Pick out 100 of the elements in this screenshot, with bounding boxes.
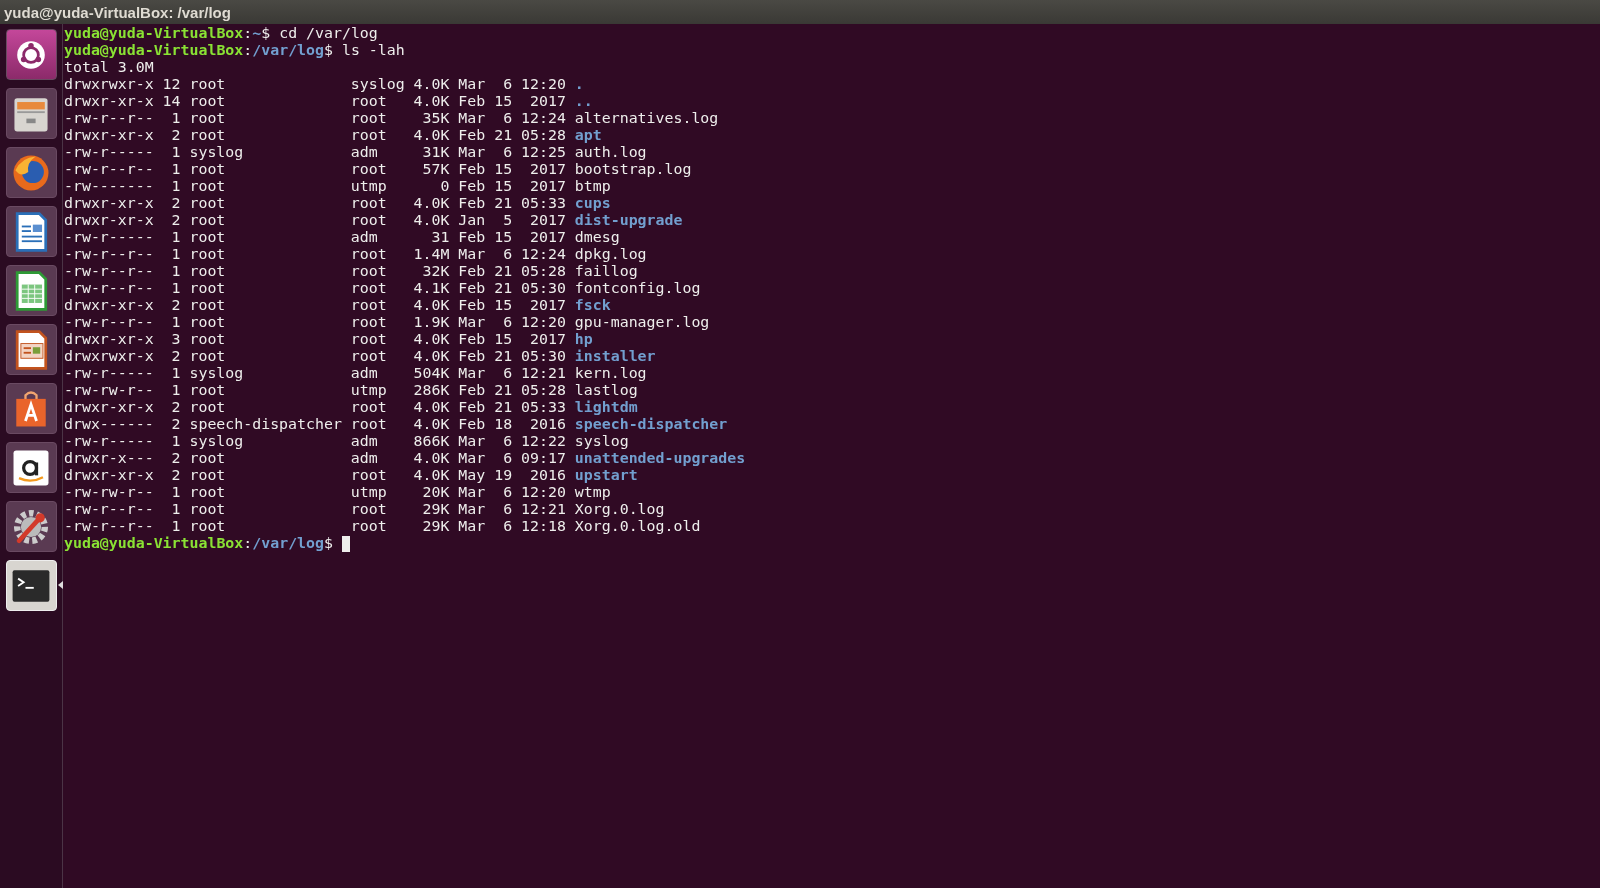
time-text: 2017: [529, 161, 566, 178]
link-count: 1: [170, 433, 181, 450]
time-text: 09:17: [521, 450, 566, 467]
day-text: 15: [494, 178, 513, 195]
file-size: 4.0K: [413, 93, 450, 110]
time-text: 2017: [529, 212, 566, 229]
file-name: dpkg.log: [574, 246, 647, 263]
spreadsheet-icon[interactable]: [5, 265, 57, 316]
owner-name: root: [189, 518, 227, 535]
group-name: syslog: [350, 76, 405, 93]
directory-name: fsck: [574, 297, 611, 314]
month-text: Feb: [458, 127, 486, 144]
owner-name: root: [189, 246, 227, 263]
permissions-text: -rw-rw-r--: [64, 484, 154, 501]
file-size: 4.0K: [413, 212, 450, 229]
group-name: root: [350, 467, 388, 484]
owner-name: root: [189, 195, 227, 212]
owner-name: root: [189, 450, 227, 467]
time-text: 12:24: [521, 246, 566, 263]
directory-name: installer: [574, 348, 656, 365]
permissions-text: drwxr-xr-x: [64, 127, 154, 144]
document-icon[interactable]: [5, 206, 57, 257]
time-text: 12:20: [521, 314, 566, 331]
link-count: 2: [170, 127, 181, 144]
group-name: root: [350, 399, 388, 416]
owner-name: syslog: [189, 433, 245, 450]
gear-wrench-icon[interactable]: [5, 501, 57, 552]
day-text: 6: [502, 433, 513, 450]
day-text: 21: [494, 195, 513, 212]
link-count: 2: [170, 297, 181, 314]
group-name: root: [350, 212, 388, 229]
link-count: 12: [162, 76, 181, 93]
fox-globe-icon[interactable]: [5, 147, 57, 198]
file-size: 504K: [413, 365, 450, 382]
group-name: adm: [350, 144, 379, 161]
path-text: /var/log: [252, 535, 324, 552]
owner-name: root: [189, 110, 227, 127]
time-text: 12:25: [521, 144, 566, 161]
owner-name: root: [189, 93, 227, 110]
link-count: 2: [170, 399, 181, 416]
month-text: Mar: [458, 144, 486, 161]
separator-text: :: [243, 42, 253, 59]
file-size: 4.0K: [413, 76, 450, 93]
month-text: Feb: [458, 348, 486, 365]
permissions-text: -rw-r--r--: [64, 280, 154, 297]
directory-name: unattended-upgrades: [574, 450, 746, 467]
link-count: 1: [170, 382, 181, 399]
owner-name: syslog: [189, 144, 245, 161]
owner-name: root: [189, 314, 227, 331]
ubuntu-logo-icon[interactable]: [5, 29, 57, 80]
permissions-text: -rw-r-----: [64, 144, 154, 161]
owner-name: root: [189, 399, 227, 416]
permissions-text: -rw-r--r--: [64, 263, 154, 280]
owner-name: root: [189, 178, 227, 195]
month-text: Mar: [458, 246, 486, 263]
owner-name: root: [189, 127, 227, 144]
file-name: gpu-manager.log: [574, 314, 710, 331]
link-count: 3: [170, 331, 181, 348]
owner-name: root: [189, 280, 227, 297]
shopping-bag-icon[interactable]: [5, 383, 57, 434]
directory-name: hp: [574, 331, 593, 348]
user-host-text: yuda@yuda-VirtualBox: [64, 535, 244, 552]
file-name: alternatives.log: [574, 110, 719, 127]
file-cabinet-icon[interactable]: [5, 88, 57, 139]
letter-a-icon[interactable]: [5, 442, 57, 493]
link-count: 1: [170, 178, 181, 195]
time-text: 12:21: [521, 501, 566, 518]
file-size: 1.9K: [413, 314, 450, 331]
day-text: 18: [494, 416, 513, 433]
permissions-text: -rw-r--r--: [64, 110, 154, 127]
day-text: 19: [494, 467, 513, 484]
owner-name: root: [189, 229, 227, 246]
time-text: 05:30: [521, 280, 566, 297]
link-count: 1: [170, 246, 181, 263]
file-size: 57K: [421, 161, 450, 178]
permissions-text: -rw-r--r--: [64, 161, 154, 178]
link-count: 1: [170, 263, 181, 280]
file-size: 20K: [421, 484, 450, 501]
day-text: 21: [494, 348, 513, 365]
time-text: 12:22: [521, 433, 566, 450]
time-text: 05:33: [521, 195, 566, 212]
group-name: utmp: [350, 178, 388, 195]
day-text: 21: [494, 399, 513, 416]
directory-name: .: [574, 76, 584, 93]
presentation-icon[interactable]: [5, 324, 57, 375]
directory-name: cups: [574, 195, 611, 212]
file-size: 31: [430, 229, 450, 246]
group-name: root: [350, 263, 388, 280]
month-text: Feb: [458, 93, 486, 110]
window-title: yuda@yuda-VirtualBox: /var/log: [4, 4, 231, 20]
separator-text: :: [243, 25, 253, 42]
group-name: root: [350, 416, 388, 433]
month-text: Mar: [458, 484, 486, 501]
file-name: faillog: [574, 263, 638, 280]
day-text: 5: [502, 212, 513, 229]
day-text: 21: [494, 280, 513, 297]
directory-name: lightdm: [574, 399, 638, 416]
terminal-icon[interactable]: [5, 560, 57, 611]
file-size: 866K: [413, 433, 450, 450]
directory-name: apt: [574, 127, 602, 144]
